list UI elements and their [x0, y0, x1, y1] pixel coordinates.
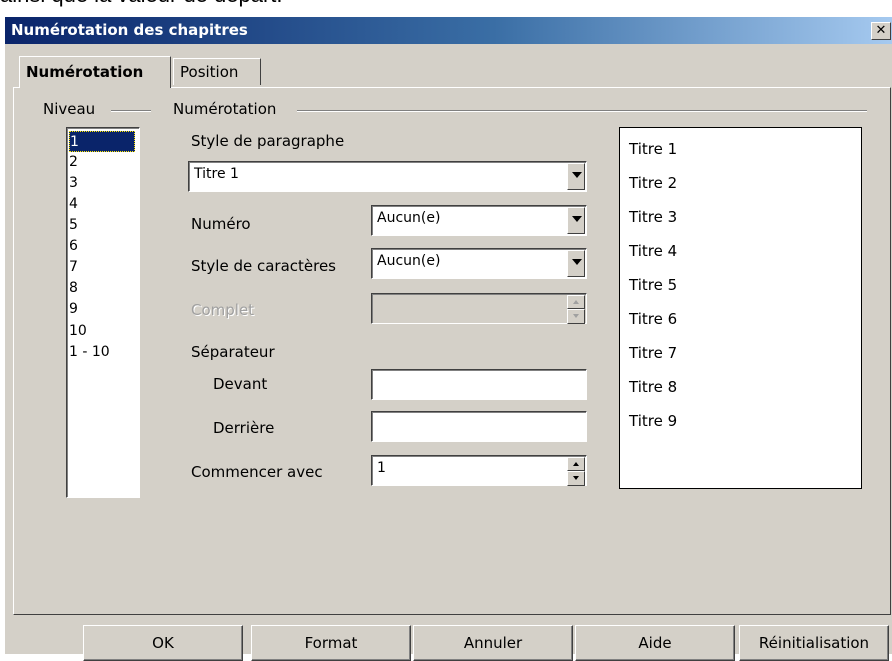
preview-item: Titre 3: [629, 208, 678, 226]
complete-label: Complet: [191, 301, 255, 319]
level-list[interactable]: 1 2 3 4 5 6 7 8 9 10 1 - 10: [66, 127, 140, 498]
preview-item: Titre 7: [629, 344, 678, 362]
tab-position-label: Position: [180, 63, 239, 81]
preview-item: Titre 6: [629, 310, 678, 328]
preview-item: Titre 9: [629, 412, 678, 430]
reset-button[interactable]: Réinitialisation: [739, 625, 889, 661]
before-input[interactable]: [371, 369, 587, 400]
preview-item: Titre 4: [629, 242, 678, 260]
complete-spinner: [371, 293, 587, 324]
level-item[interactable]: 8: [69, 278, 133, 299]
title-bar[interactable]: Numérotation des chapitres ✕: [5, 17, 892, 44]
level-item[interactable]: 7: [69, 257, 133, 278]
start-label: Commencer avec: [191, 463, 323, 481]
after-input[interactable]: [371, 411, 587, 442]
chevron-down-icon[interactable]: [567, 163, 585, 190]
char-style-label: Style de caractères: [191, 257, 336, 275]
ok-button[interactable]: OK: [83, 625, 243, 661]
preview-item: Titre 2: [629, 174, 678, 192]
spin-up-icon: [567, 295, 585, 309]
preview-item: Titre 5: [629, 276, 678, 294]
after-label: Derrière: [213, 419, 275, 437]
level-item[interactable]: 4: [69, 194, 133, 215]
numbering-group-title: Numérotation: [173, 100, 277, 118]
level-group-title: Niveau: [43, 100, 96, 118]
char-style-value: Aucun(e): [377, 253, 441, 269]
paragraph-style-value: Titre 1: [194, 166, 239, 182]
tab-numbering[interactable]: Numérotation: [19, 56, 171, 88]
before-label: Devant: [213, 375, 268, 393]
spin-up-icon[interactable]: [567, 457, 585, 471]
char-style-dropdown[interactable]: Aucun(e): [371, 248, 587, 279]
preview-item: Titre 1: [629, 140, 678, 158]
level-group-line: [111, 110, 151, 112]
level-item[interactable]: 6: [69, 236, 133, 257]
tab-numbering-label: Numérotation: [26, 63, 144, 81]
format-button[interactable]: Format: [251, 625, 411, 661]
chapter-numbering-dialog: Numérotation des chapitres ✕ Numérotatio…: [4, 16, 892, 661]
start-value: 1: [377, 460, 386, 476]
chevron-down-icon[interactable]: [567, 250, 585, 277]
number-dropdown[interactable]: Aucun(e): [371, 205, 587, 236]
level-item[interactable]: 5: [69, 215, 133, 236]
help-button[interactable]: Aide: [575, 625, 735, 661]
separator-label: Séparateur: [191, 343, 275, 361]
level-item[interactable]: 3: [69, 173, 133, 194]
level-item[interactable]: 2: [69, 152, 133, 173]
level-item[interactable]: 9: [69, 299, 133, 320]
number-value: Aucun(e): [377, 210, 441, 226]
background-document-text: ainsi que la valeur de départ.: [0, 0, 283, 8]
paragraph-style-dropdown[interactable]: Titre 1: [188, 161, 587, 192]
chevron-down-icon[interactable]: [567, 207, 585, 234]
paragraph-style-label: Style de paragraphe: [191, 132, 345, 150]
number-label: Numéro: [191, 215, 251, 233]
cancel-button[interactable]: Annuler: [413, 625, 573, 661]
start-spinner[interactable]: 1: [371, 455, 587, 486]
level-item[interactable]: 10: [69, 321, 133, 342]
preview-item: Titre 8: [629, 378, 678, 396]
numbering-group-line: [297, 110, 867, 112]
tab-position[interactable]: Position: [173, 58, 261, 85]
close-icon: ✕: [875, 23, 887, 38]
spin-down-icon[interactable]: [567, 471, 585, 486]
dialog-title: Numérotation des chapitres: [11, 21, 248, 39]
spin-down-icon: [567, 309, 585, 324]
level-item[interactable]: 1: [69, 131, 135, 152]
preview-box: Titre 1 Titre 2 Titre 3 Titre 4 Titre 5 …: [619, 127, 862, 489]
level-item[interactable]: 1 - 10: [69, 342, 133, 363]
close-button[interactable]: ✕: [871, 22, 891, 40]
